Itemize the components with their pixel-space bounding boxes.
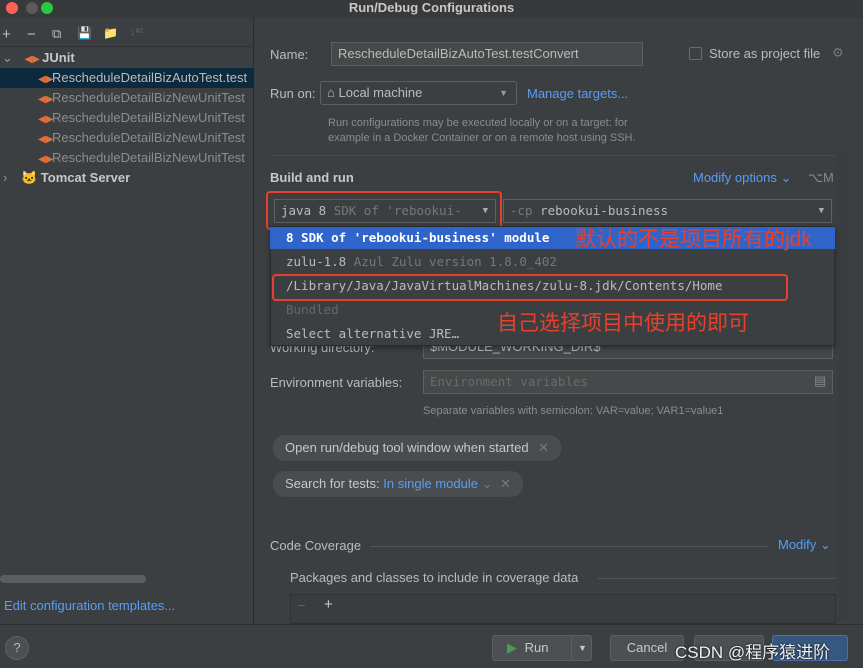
store-project-checkbox[interactable] <box>689 47 702 60</box>
test-icon: ◀▶ <box>38 74 54 85</box>
help-button[interactable]: ? <box>5 636 29 660</box>
jre-option[interactable]: Select alternative JRE… <box>270 323 459 345</box>
annotation-default-note: 默认的不是项目所有的jdk <box>575 228 812 251</box>
tree-item[interactable]: ◀▶RescheduleDetailBizNewUnitTest <box>0 88 254 108</box>
search-tests-chip[interactable]: Search for tests: In single module ⌄ ✕ <box>273 471 523 497</box>
open-tool-window-chip[interactable]: Open run/debug tool window when started … <box>273 435 562 461</box>
chevron-right-icon[interactable]: › <box>3 170 7 185</box>
tree-group-junit[interactable]: ⌄ ◀▶ JUnit <box>0 48 254 68</box>
junit-icon: ◀▶ <box>24 54 40 65</box>
junit-label: JUnit <box>42 50 75 65</box>
cancel-button[interactable]: Cancel <box>610 635 684 661</box>
manage-targets-link[interactable]: Manage targets... <box>527 86 628 101</box>
dropdown-arrow-icon: ▼ <box>818 206 824 216</box>
run-on-hint: Run configurations may be executed local… <box>328 117 636 144</box>
code-coverage-heading: Code Coverage <box>270 538 362 553</box>
tree-item[interactable]: ◀▶RescheduleDetailBizAutoTest.test <box>0 68 254 88</box>
edit-templates-link[interactable]: Edit configuration templates... <box>4 598 175 613</box>
dropdown-arrow-icon: ▼ <box>499 88 508 98</box>
test-icon: ◀▶ <box>38 134 54 145</box>
modify-shortcut: ⌥M <box>808 170 834 185</box>
add-package-icon[interactable]: + <box>324 596 333 613</box>
classpath-select[interactable]: -cp rebookui-business ▼ <box>503 199 832 223</box>
close-window-button[interactable] <box>6 2 18 14</box>
jre-option[interactable]: zulu-1.8 Azul Zulu version 1.8.0_402 <box>270 251 557 273</box>
save-config-icon[interactable]: 💾 <box>77 26 92 40</box>
env-hint: Separate variables with semicolon: VAR=v… <box>423 405 724 417</box>
run-on-select[interactable]: ⌂ Local machine ▼ <box>320 81 517 105</box>
store-project-label: Store as project file <box>709 46 821 61</box>
test-icon: ◀▶ <box>38 94 54 105</box>
minimize-window-button[interactable] <box>26 2 38 14</box>
copy-config-icon[interactable]: ⧉ <box>52 26 61 42</box>
folder-icon[interactable]: 📁 <box>103 26 118 40</box>
jre-option[interactable]: Bundled <box>270 299 339 321</box>
tree-item[interactable]: ◀▶RescheduleDetailBizNewUnitTest <box>0 128 254 148</box>
add-config-icon[interactable]: + <box>2 26 11 43</box>
home-icon: ⌂ <box>327 85 335 100</box>
gear-icon[interactable]: ⚙ <box>832 45 844 61</box>
close-icon[interactable]: ✕ <box>500 476 511 491</box>
title-bar: Run/Debug Configurations <box>0 0 863 18</box>
modify-options-link[interactable]: Modify options ⌄ <box>693 170 791 186</box>
coverage-modify-link[interactable]: Modify ⌄ <box>778 537 831 553</box>
name-label: Name: <box>270 47 309 62</box>
remove-config-icon[interactable]: − <box>27 26 36 43</box>
close-icon[interactable]: ✕ <box>538 440 549 455</box>
window-title: Run/Debug Configurations <box>348 0 515 15</box>
remove-package-icon[interactable]: − <box>298 598 306 613</box>
env-input[interactable]: Environment variables <box>423 370 833 394</box>
test-icon: ◀▶ <box>38 154 54 165</box>
annotation-box <box>266 191 502 230</box>
tree-group-tomcat[interactable]: › 🐱 Tomcat Server <box>0 168 254 188</box>
annotation-choose-note: 自己选择项目中使用的即可 <box>497 312 749 335</box>
vertical-scrollbar[interactable] <box>838 150 848 620</box>
tree-item[interactable]: ◀▶RescheduleDetailBizNewUnitTest <box>0 148 254 168</box>
packages-table <box>290 594 836 624</box>
name-input[interactable]: RescheduleDetailBizAutoTest.testConvert <box>331 42 643 66</box>
tomcat-label: Tomcat Server <box>40 170 131 185</box>
edit-env-icon[interactable]: ▤ <box>814 373 826 389</box>
annotation-box <box>272 274 788 301</box>
run-on-label: Run on: <box>270 86 316 101</box>
tomcat-icon: 🐱 <box>20 170 38 185</box>
sort-icon[interactable]: ↓ᵃᶻ <box>130 26 144 38</box>
build-and-run-heading: Build and run <box>270 170 354 185</box>
tree-item[interactable]: ◀▶RescheduleDetailBizNewUnitTest <box>0 108 254 128</box>
test-icon: ◀▶ <box>38 114 54 125</box>
packages-label: Packages and classes to include in cover… <box>290 570 579 585</box>
run-icon: ▶ <box>507 640 517 655</box>
run-button[interactable]: ▶ Run ▼ <box>492 635 592 661</box>
chevron-down-icon[interactable]: ⌄ <box>2 50 13 65</box>
run-dropdown-arrow-icon[interactable]: ▼ <box>571 636 587 660</box>
horizontal-scrollbar[interactable] <box>0 575 146 583</box>
env-label: Environment variables: <box>270 375 403 390</box>
zoom-window-button[interactable] <box>41 2 53 14</box>
watermark: CSDN @程序猿进阶 <box>675 643 831 662</box>
